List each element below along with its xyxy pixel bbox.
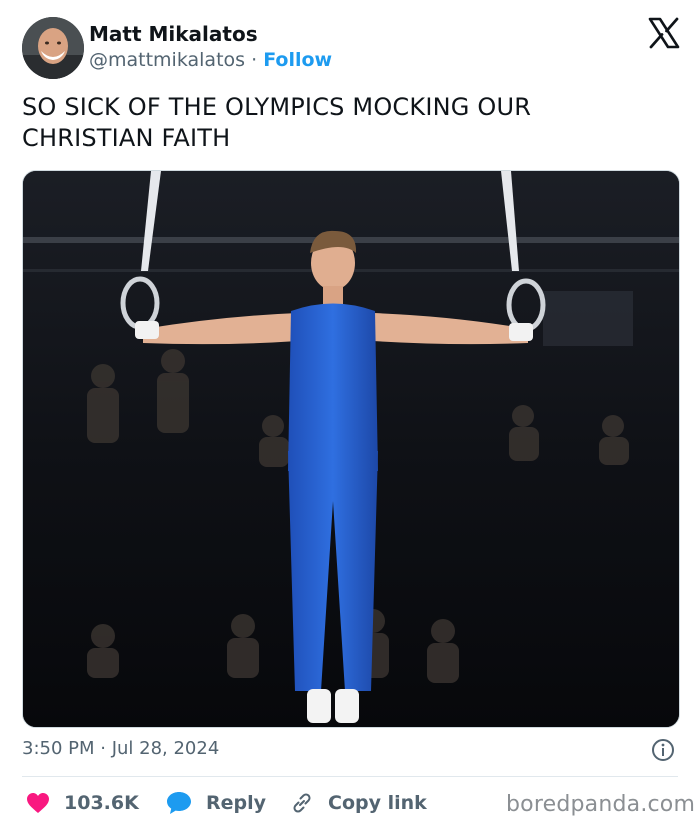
info-icon[interactable]	[651, 738, 675, 762]
avatar[interactable]	[22, 17, 84, 79]
copy-link-label: Copy link	[328, 792, 427, 814]
speech-bubble-icon	[167, 792, 191, 814]
copy-link-button[interactable]: Copy link	[290, 790, 427, 816]
like-count: 103.6K	[64, 792, 139, 814]
tweet-photo[interactable]	[22, 170, 680, 728]
author-handle[interactable]: @mattmikalatos	[89, 49, 245, 71]
like-button[interactable]: 103.6K	[26, 790, 139, 816]
divider	[22, 776, 678, 777]
author-name[interactable]: Matt Mikalatos	[89, 22, 258, 46]
x-logo-icon[interactable]	[647, 16, 681, 50]
separator-dot: ·	[251, 49, 258, 71]
tweet-card: Matt Mikalatos @mattmikalatos · Follow S…	[0, 0, 700, 829]
follow-button[interactable]: Follow	[263, 49, 332, 71]
reply-button[interactable]: Reply	[166, 790, 266, 816]
author-handle-row: @mattmikalatos · Follow	[89, 48, 332, 72]
tweet-text: SO SICK OF THE OLYMPICS MOCKING OUR CHRI…	[22, 93, 532, 152]
watermark: boredpanda.com	[506, 792, 696, 817]
tweet-timestamp[interactable]: 3:50 PM · Jul 28, 2024	[22, 737, 219, 761]
heart-icon	[27, 793, 49, 813]
link-icon	[293, 793, 311, 813]
reply-label: Reply	[206, 792, 267, 814]
